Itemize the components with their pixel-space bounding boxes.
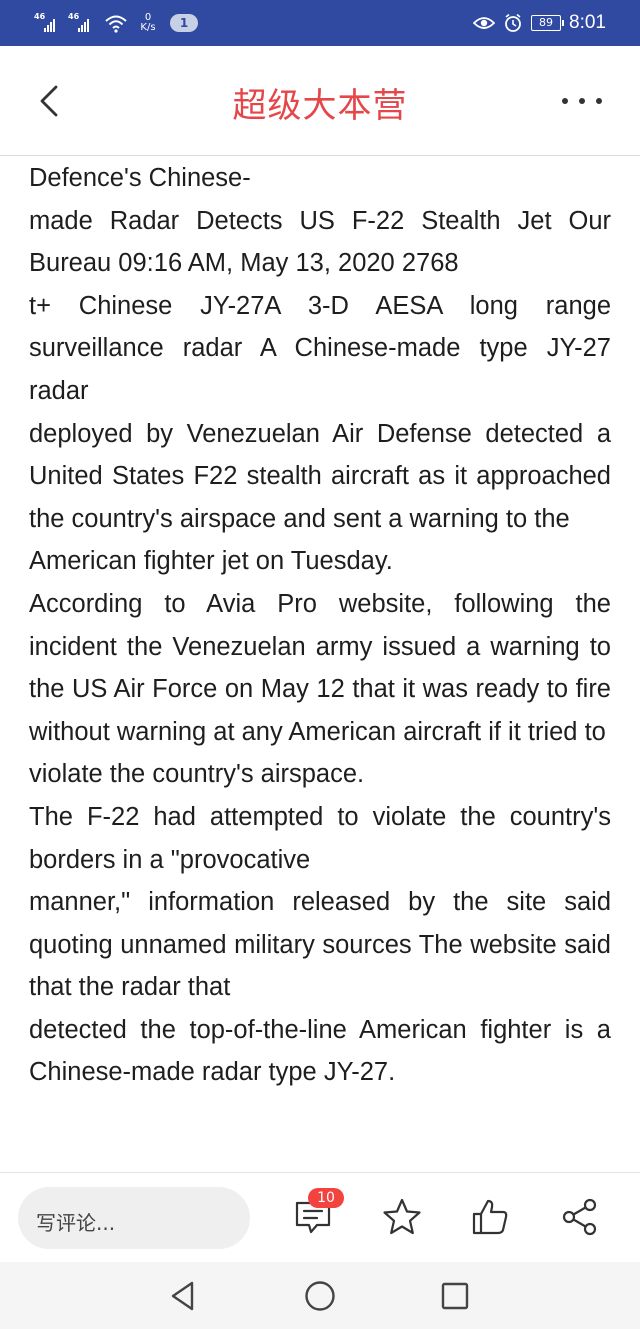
title-bar: 超级大本营 bbox=[0, 46, 640, 156]
article-paragraph: American fighter jet on Tuesday. bbox=[29, 547, 393, 576]
article-paragraph: The F-22 had attempted to violate the co… bbox=[29, 802, 611, 874]
bottom-action-bar: 写评论... 10 bbox=[0, 1172, 640, 1262]
like-thumbs-up-icon[interactable] bbox=[470, 1197, 510, 1237]
article-text: Defence's Chinese- made Radar Detects US… bbox=[0, 157, 640, 1094]
nav-home-icon[interactable] bbox=[302, 1278, 338, 1314]
status-bar: 46 46 0 K/s 1 89 8:01 bbox=[0, 0, 640, 46]
article-paragraph: manner," information released by the sit… bbox=[29, 888, 611, 1002]
nav-recents-icon[interactable] bbox=[437, 1278, 473, 1314]
clock: 8:01 bbox=[569, 12, 606, 33]
share-icon[interactable] bbox=[560, 1197, 600, 1237]
comment-placeholder: 写评论... bbox=[36, 1211, 116, 1235]
eye-comfort-icon bbox=[473, 17, 496, 29]
article-paragraph: violate the country's airspace. bbox=[29, 760, 365, 789]
net-speed: 0 K/s bbox=[136, 13, 160, 33]
status-right: 89 8:01 bbox=[473, 10, 606, 36]
system-navigation-bar bbox=[0, 1262, 640, 1329]
wifi-icon bbox=[105, 15, 127, 33]
sim2-signal-icon: 46 bbox=[68, 12, 102, 34]
notification-count-badge: 1 bbox=[170, 14, 198, 32]
article-body[interactable]: Defence's Chinese- made Radar Detects US… bbox=[0, 157, 640, 1172]
battery-indicator: 89 bbox=[531, 15, 565, 31]
comment-count-badge: 10 bbox=[308, 1188, 344, 1208]
article-paragraph: Defence's Chinese- bbox=[29, 164, 251, 192]
net-speed-unit: K/s bbox=[140, 22, 156, 33]
article-paragraph: deployed by Venezuelan Air Defense detec… bbox=[29, 419, 611, 533]
article-paragraph: According to Avia Pro website, following… bbox=[29, 589, 611, 746]
page-title: 超级大本营 bbox=[232, 86, 408, 126]
favorite-star-icon[interactable] bbox=[382, 1197, 422, 1237]
article-paragraph: t+ Chinese JY-27A 3-D AESA long range su… bbox=[29, 291, 611, 405]
article-paragraph: made Radar Detects US F-22 Stealth Jet O… bbox=[29, 206, 611, 278]
alarm-icon bbox=[505, 13, 521, 32]
comment-input[interactable]: 写评论... bbox=[18, 1187, 250, 1249]
status-left: 46 46 0 K/s 1 bbox=[34, 10, 198, 36]
article-paragraph: detected the top-of-the-line American fi… bbox=[29, 1015, 611, 1087]
more-options-icon[interactable] bbox=[562, 94, 602, 108]
nav-back-icon[interactable] bbox=[165, 1278, 201, 1314]
sim1-signal-icon: 46 bbox=[34, 12, 68, 34]
